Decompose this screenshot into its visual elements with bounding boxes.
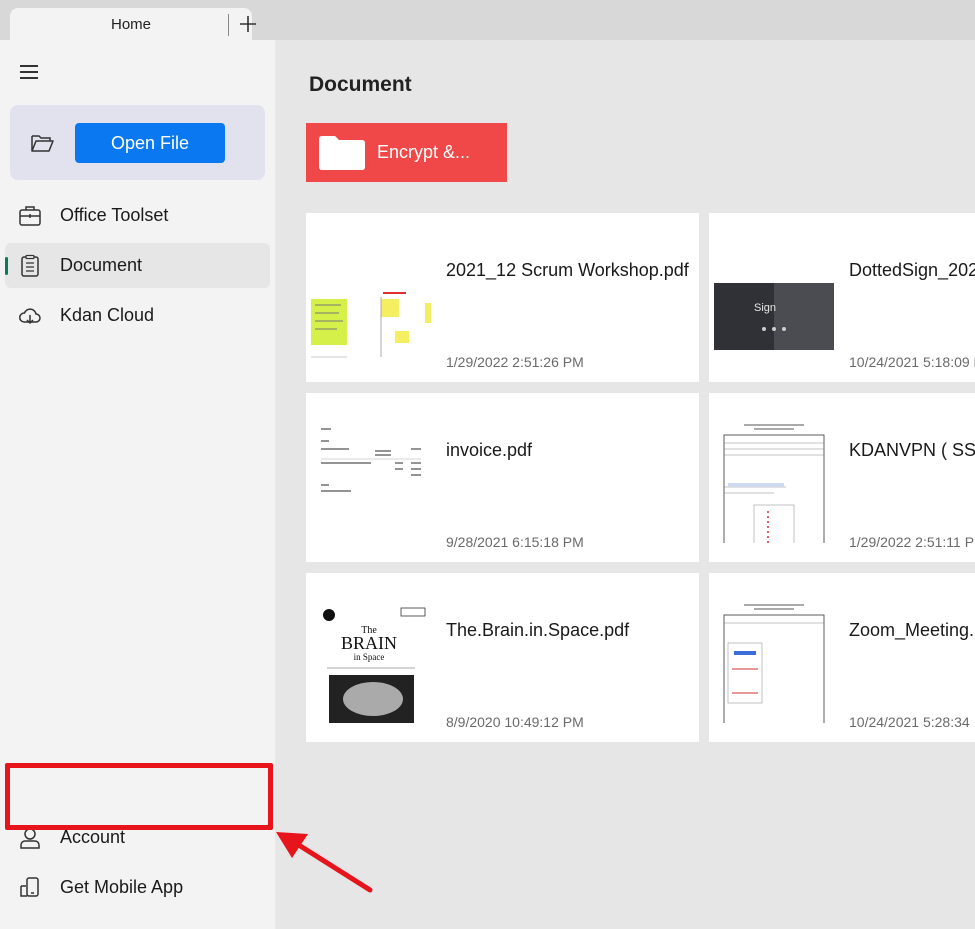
file-name: Zoom_Meeting.: [849, 620, 975, 640]
file-card[interactable]: invoice.pdf 9/28/2021 6:15:18 PM: [306, 393, 699, 562]
cloud-icon: [19, 308, 41, 325]
svg-text:BRAIN: BRAIN: [341, 633, 397, 653]
plus-icon: [240, 16, 256, 32]
sidebar-item-get-mobile-app[interactable]: Get Mobile App: [5, 865, 270, 910]
tab-home[interactable]: Home: [10, 8, 252, 40]
file-thumbnail: [311, 413, 431, 543]
file-card[interactable]: The BRAIN in Space The.Brain.in.Space.pd…: [306, 573, 699, 742]
document-icon: [21, 254, 39, 277]
file-thumbnail: Sign: [714, 233, 834, 363]
sidebar-item-label: Get Mobile App: [60, 877, 184, 897]
tab-bar: Home: [0, 0, 975, 40]
open-file-panel: Open File: [10, 105, 265, 180]
active-indicator: [5, 257, 8, 275]
sidebar-item-document[interactable]: Document: [5, 243, 270, 288]
file-date: 9/28/2021 6:15:18 PM: [446, 534, 584, 550]
sidebar-item-label: Office Toolset: [60, 205, 169, 225]
tab-home-label: Home: [110, 15, 151, 33]
toolbox-icon: [19, 206, 41, 226]
open-file-button[interactable]: Open File: [75, 123, 225, 163]
file-name: 2021_12 Scrum Workshop.pdf: [446, 260, 689, 280]
hamburger-menu-icon[interactable]: [18, 62, 44, 82]
file-name: The.Brain.in.Space.pdf: [446, 620, 630, 640]
file-name: KDANVPN ( SSL v01.pdf: [849, 440, 975, 460]
svg-text:in Space: in Space: [354, 652, 385, 662]
folder-icon: [319, 136, 365, 170]
file-card[interactable]: Zoom_Meeting. 10/24/2021 5:28:34: [709, 573, 975, 742]
annotation-arrow-icon: [276, 832, 373, 893]
file-thumbnail: The BRAIN in Space: [311, 593, 431, 723]
tab-divider: [228, 14, 229, 36]
encrypt-button[interactable]: Encrypt &...: [306, 123, 507, 182]
file-thumbnail: [714, 413, 834, 543]
open-folder-icon[interactable]: [30, 132, 54, 154]
file-thumbnail: [311, 233, 431, 363]
new-tab-button[interactable]: [236, 12, 260, 36]
file-date: 1/29/2022 2:51:26 PM: [446, 354, 584, 370]
file-card[interactable]: KDANVPN ( SSL v01.pdf 1/29/2022 2:51:11 …: [709, 393, 975, 562]
encrypt-label: Encrypt &...: [377, 142, 471, 162]
file-card[interactable]: Sign DottedSign_202 10/24/2021 5:18:09 P: [709, 213, 975, 382]
svg-text:Sign: Sign: [754, 302, 776, 314]
file-name: DottedSign_202: [849, 260, 975, 280]
page-title: Document: [309, 73, 412, 96]
file-date: 1/29/2022 2:51:11 PM: [849, 534, 975, 550]
sidebar-item-label: Kdan Cloud: [60, 305, 155, 325]
account-highlight-box: [5, 763, 273, 830]
sidebar-item-kdan-cloud[interactable]: Kdan Cloud: [5, 293, 270, 338]
mobile-app-icon: [20, 877, 39, 897]
sidebar: Open File Office Toolset Document Kdan C…: [0, 40, 275, 929]
sidebar-item-office-toolset[interactable]: Office Toolset: [5, 193, 270, 238]
file-thumbnail: [714, 593, 834, 723]
main-content: Document Encrypt &... 2021_12 Scrum Work…: [275, 40, 975, 929]
file-card[interactable]: 2021_12 Scrum Workshop.pdf 1/29/2022 2:5…: [306, 213, 699, 382]
sidebar-item-label: Document: [60, 255, 143, 275]
file-date: 10/24/2021 5:18:09 P: [849, 354, 975, 370]
file-name: invoice.pdf: [446, 440, 533, 460]
sidebar-item-label: Account: [60, 827, 126, 847]
file-date: 8/9/2020 10:49:12 PM: [446, 714, 584, 730]
file-date: 10/24/2021 5:28:34: [849, 714, 970, 730]
